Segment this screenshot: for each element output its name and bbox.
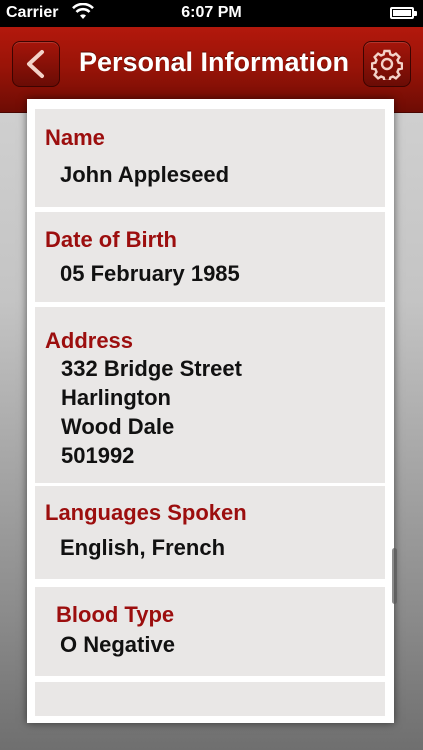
page-title: Personal Information <box>78 47 350 77</box>
value-line: Wood Dale <box>61 414 175 439</box>
value-line: Harlington <box>61 385 171 410</box>
value-line: 332 Bridge Street <box>61 356 242 381</box>
field-value: John Appleseed <box>60 160 229 189</box>
field-label: Blood Type <box>56 602 175 627</box>
status-bar: Carrier 6:07 PM <box>0 0 423 27</box>
value-line: 05 February 1985 <box>60 261 240 286</box>
field-value: O Negative <box>60 630 175 659</box>
back-button[interactable] <box>12 41 60 87</box>
field-label: Languages Spoken <box>45 500 247 525</box>
empty-row <box>35 682 385 716</box>
clock: 6:07 PM <box>181 4 242 21</box>
field-label: Name <box>45 125 105 150</box>
personal-info-panel: Name John Appleseed Date of Birth 05 Feb… <box>27 99 394 723</box>
field-row-languages-spoken[interactable]: Languages Spoken English, French <box>35 486 385 579</box>
chevron-left-icon <box>27 50 44 78</box>
value-line: 501992 <box>61 443 135 468</box>
settings-button[interactable] <box>363 41 411 87</box>
scroll-indicator[interactable] <box>392 548 397 604</box>
field-value: English, French <box>60 533 225 562</box>
battery-icon <box>390 7 417 19</box>
field-row-blood-type[interactable]: Blood Type O Negative <box>35 587 385 676</box>
field-row-name[interactable]: Name John Appleseed <box>35 109 385 207</box>
field-label: Address <box>45 328 134 353</box>
field-value: 332 Bridge Street Harlington Wood Dale 5… <box>61 354 242 470</box>
gear-icon <box>371 49 403 80</box>
field-row-address[interactable]: Address 332 Bridge Street Harlington Woo… <box>35 307 385 483</box>
value-line: O Negative <box>60 632 175 657</box>
field-row-date-of-birth[interactable]: Date of Birth 05 February 1985 <box>35 212 385 302</box>
field-value: 05 February 1985 <box>60 259 240 288</box>
value-line: John Appleseed <box>60 162 230 187</box>
value-line: English, French <box>60 535 226 560</box>
field-label: Date of Birth <box>45 227 177 252</box>
